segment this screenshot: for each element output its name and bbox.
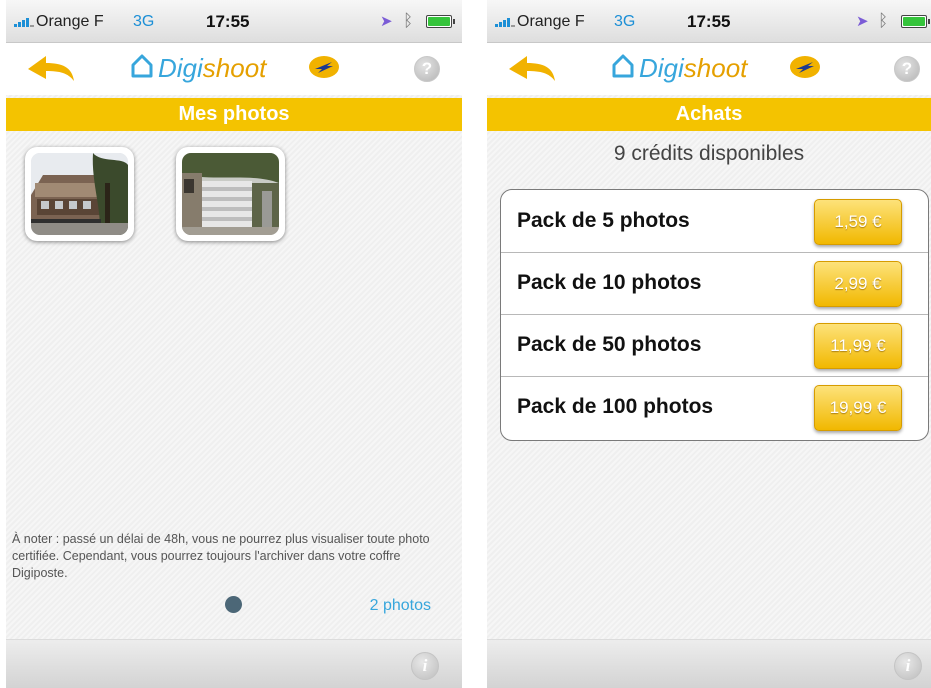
la-poste-icon — [309, 56, 339, 78]
buy-price-button[interactable]: 19,99 € — [814, 385, 902, 431]
app-header: Digishoot ? — [6, 43, 462, 95]
back-arrow-icon[interactable] — [505, 53, 557, 85]
clock-label: 17:55 — [206, 12, 250, 31]
bottom-toolbar: i — [6, 639, 462, 688]
battery-icon — [901, 15, 930, 28]
la-poste-icon — [790, 56, 820, 78]
bottom-toolbar: i — [487, 639, 931, 688]
buy-price-button[interactable]: 2,99 € — [814, 261, 902, 307]
page-title: Mes photos — [6, 98, 462, 131]
photo-gate-image — [182, 153, 279, 235]
photo-count: 2 photos — [369, 597, 431, 614]
buy-price-button[interactable]: 1,59 € — [814, 199, 902, 245]
screen-mes-photos: Orange F 3G 17:55 ➤ ᛒ Digishoot ? Mes ph… — [6, 0, 462, 688]
pack-row[interactable]: Pack de 100 photos 19,99 € — [501, 376, 928, 438]
info-button[interactable]: i — [411, 652, 439, 680]
battery-icon — [426, 15, 455, 28]
location-icon: ➤ — [380, 13, 393, 30]
bluetooth-icon: ᛒ — [878, 11, 889, 30]
carrier-label: Orange F — [36, 13, 104, 30]
photo-building-image — [31, 153, 128, 235]
status-bar: Orange F 3G 17:55 ➤ ᛒ — [6, 0, 462, 43]
bluetooth-icon: ᛒ — [403, 11, 414, 30]
app-header: Digishoot ? — [487, 43, 931, 95]
buy-price-button[interactable]: 11,99 € — [814, 323, 902, 369]
back-arrow-icon[interactable] — [24, 53, 76, 85]
pack-row[interactable]: Pack de 50 photos 11,99 € — [501, 314, 928, 377]
pack-label: Pack de 5 photos — [517, 209, 690, 232]
pack-row[interactable]: Pack de 10 photos 2,99 € — [501, 252, 928, 315]
signal-icon — [495, 18, 515, 27]
pack-row[interactable]: Pack de 5 photos 1,59 € — [501, 190, 928, 253]
page-indicator-dot — [225, 596, 242, 613]
info-button[interactable]: i — [894, 652, 922, 680]
pack-list: Pack de 5 photos 1,59 € Pack de 10 photo… — [500, 189, 929, 441]
location-icon: ➤ — [856, 13, 869, 30]
house-icon — [131, 54, 153, 78]
network-label: 3G — [614, 13, 636, 30]
retention-note: À noter : passé un délai de 48h, vous ne… — [12, 532, 430, 580]
photo-thumbnail-2[interactable] — [176, 147, 285, 241]
help-button[interactable]: ? — [414, 56, 440, 82]
photo-thumbnail-1[interactable] — [25, 147, 134, 241]
network-label: 3G — [133, 13, 155, 30]
clock-label: 17:55 — [687, 12, 731, 31]
credits-available: 9 crédits disponibles — [613, 142, 805, 165]
pack-label: Pack de 10 photos — [517, 271, 702, 294]
help-button[interactable]: ? — [894, 56, 920, 82]
logo-wordmark: Digishoot — [158, 53, 267, 83]
logo-wordmark: Digishoot — [639, 53, 748, 83]
signal-icon — [14, 18, 34, 27]
house-icon — [612, 54, 634, 78]
carrier-label: Orange F — [517, 13, 585, 30]
pack-label: Pack de 100 photos — [517, 395, 714, 418]
pack-label: Pack de 50 photos — [517, 333, 702, 356]
screen-achats: Orange F 3G 17:55 ➤ ᛒ Digishoot ? Achats… — [487, 0, 931, 688]
page-title: Achats — [487, 98, 931, 131]
status-bar: Orange F 3G 17:55 ➤ ᛒ — [487, 0, 931, 43]
